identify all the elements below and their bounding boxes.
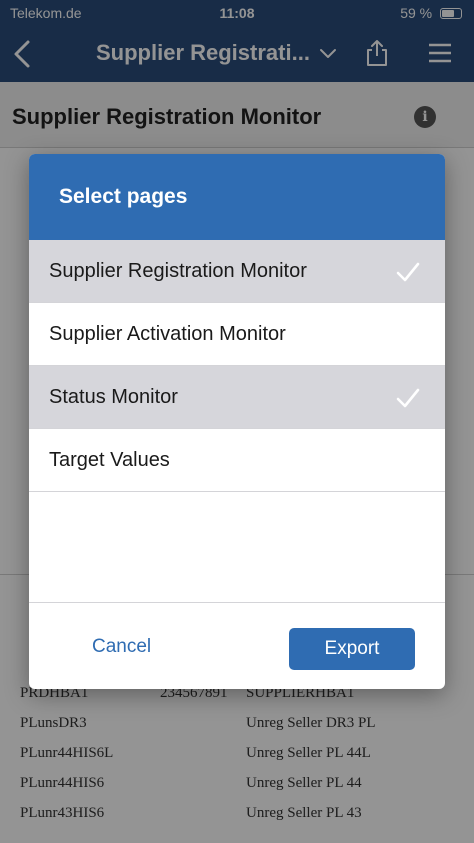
page-option-supplier-activation-monitor[interactable]: Supplier Activation Monitor [29, 303, 445, 366]
page-list: Supplier Registration Monitor Supplier A… [29, 240, 445, 492]
export-button[interactable]: Export [289, 628, 415, 670]
page-option-target-values[interactable]: Target Values [29, 429, 445, 492]
cancel-button[interactable]: Cancel [65, 629, 177, 665]
dialog-title: Select pages [59, 185, 188, 208]
page-option-label: Status Monitor [49, 386, 178, 408]
page-option-status-monitor[interactable]: Status Monitor [29, 366, 445, 429]
checkmark-icon [396, 388, 420, 408]
page-option-label: Supplier Activation Monitor [49, 323, 286, 345]
select-pages-dialog: Select pages Supplier Registration Monit… [29, 154, 445, 689]
page-option-supplier-registration-monitor[interactable]: Supplier Registration Monitor [29, 240, 445, 303]
dialog-footer-divider [29, 602, 445, 603]
page-option-label: Supplier Registration Monitor [49, 260, 307, 282]
checkmark-icon [396, 262, 420, 282]
page-option-label: Target Values [49, 449, 170, 471]
dialog-header: Select pages [29, 154, 445, 240]
